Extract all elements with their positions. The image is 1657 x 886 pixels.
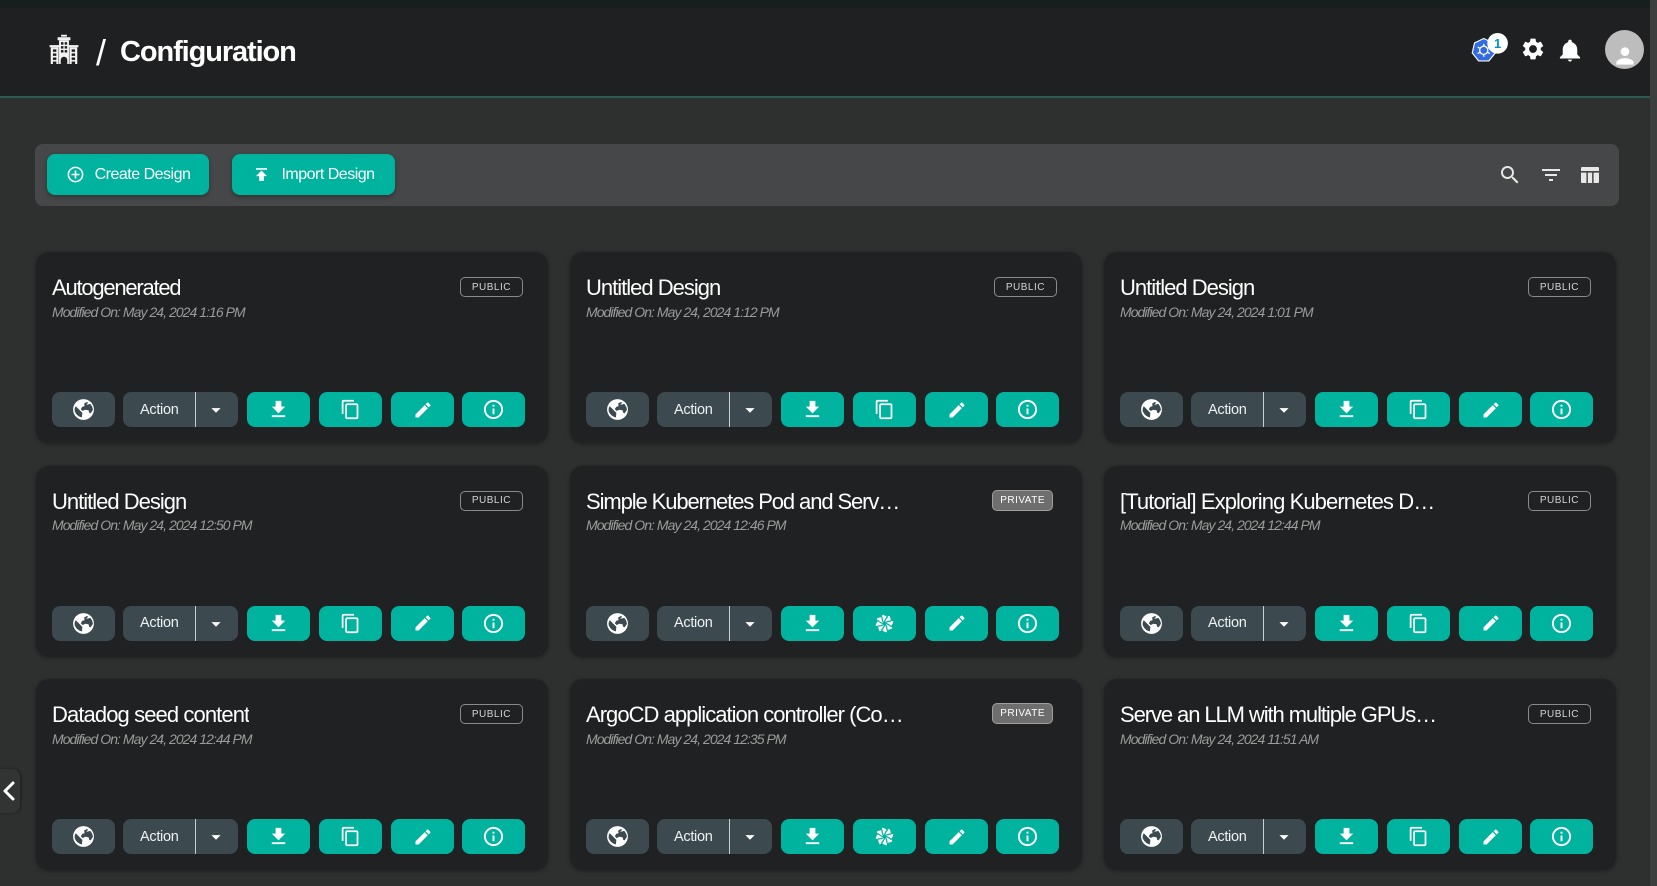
svg-text:1: 1 bbox=[1494, 36, 1501, 51]
